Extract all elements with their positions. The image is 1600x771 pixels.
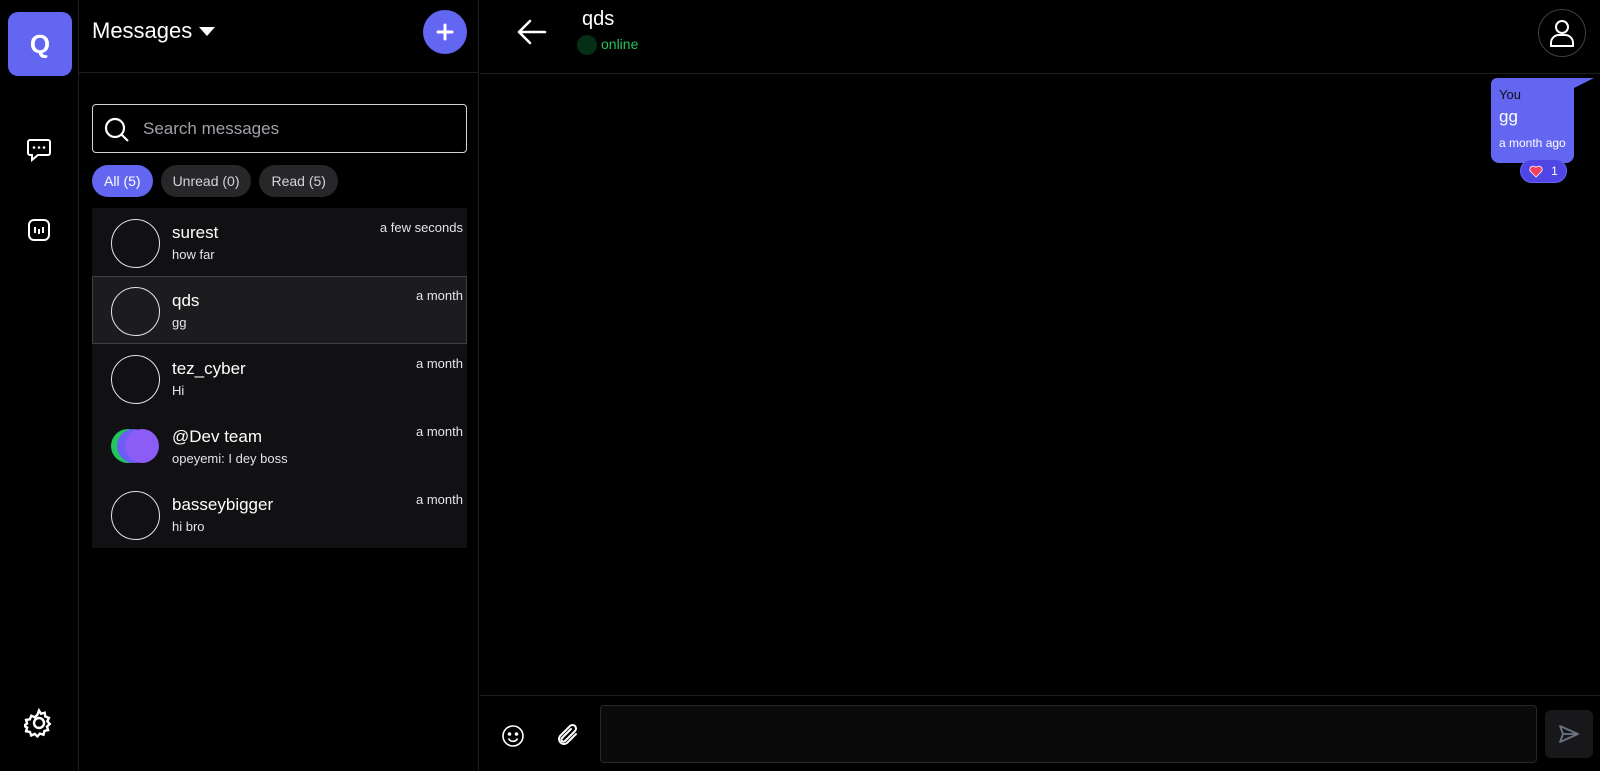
- conversation-item[interactable]: basseybigger hi bro a month: [92, 480, 467, 548]
- conversation-name: basseybigger: [172, 495, 274, 514]
- online-status-text: online: [601, 36, 639, 52]
- message-sender: You: [1499, 87, 1521, 102]
- message-composer: [480, 695, 1600, 771]
- chat-panel: qds online You gg a month ago 1: [480, 0, 1600, 771]
- new-message-button[interactable]: [423, 10, 467, 54]
- conversation-time: a month: [416, 492, 463, 507]
- message-text: gg: [1499, 107, 1518, 126]
- conversation-preview: hi bro: [172, 519, 205, 534]
- avatar: [111, 287, 160, 336]
- conversation-preview: how far: [172, 247, 215, 262]
- message-bubble[interactable]: You gg a month ago: [1491, 78, 1574, 163]
- app-root: Q Messages Search messages All (5) Unrea…: [0, 0, 1600, 771]
- conversation-item-selected[interactable]: qds gg a month: [92, 276, 467, 344]
- avatar: [111, 355, 160, 404]
- group-avatar: [111, 429, 159, 463]
- filter-read[interactable]: Read (5): [259, 165, 338, 197]
- online-status-dot: [577, 35, 597, 55]
- chat-bubble-icon[interactable]: [25, 135, 53, 163]
- conversation-name: @Dev team: [172, 427, 263, 446]
- reaction-badge[interactable]: 1: [1520, 159, 1567, 183]
- settings-gear-icon[interactable]: [24, 708, 54, 738]
- conversation-item-group[interactable]: @Dev team opeyemi: I dey boss a month: [92, 412, 467, 480]
- conversation-time: a month: [416, 288, 463, 303]
- app-logo[interactable]: Q: [8, 12, 72, 76]
- conversation-preview: opeyemi: I dey boss: [172, 451, 288, 466]
- conversation-time: a few seconds: [379, 220, 463, 235]
- paperclip-icon[interactable]: [556, 723, 582, 749]
- emoji-icon[interactable]: [501, 724, 525, 748]
- avatar: [111, 491, 160, 540]
- user-icon: [1550, 20, 1574, 47]
- chat-header: qds online: [480, 0, 1600, 74]
- search-input[interactable]: [143, 105, 453, 152]
- send-button[interactable]: [1545, 710, 1593, 758]
- conversation-preview: Hi: [172, 383, 185, 398]
- back-arrow-icon[interactable]: [516, 18, 548, 46]
- conversation-time: a month: [416, 424, 463, 439]
- profile-button[interactable]: [1538, 9, 1586, 57]
- search-icon: [104, 117, 129, 142]
- message-bubble-tail: [1574, 78, 1594, 88]
- conversation-name: tez_cyber: [172, 359, 246, 378]
- chevron-down-icon[interactable]: [196, 20, 218, 42]
- reaction-count: 1: [1551, 164, 1558, 178]
- avatar: [111, 219, 160, 268]
- sidebar-header: Messages: [79, 0, 479, 73]
- search-box: [92, 104, 467, 153]
- sidebar-title: Messages: [92, 18, 193, 43]
- conversation-preview: gg: [172, 315, 187, 330]
- filter-all[interactable]: All (5): [92, 165, 153, 197]
- conversation-time: a month: [416, 356, 463, 371]
- conversation-item[interactable]: surest how far a few seconds: [92, 208, 467, 276]
- send-icon: [1559, 725, 1579, 743]
- left-rail: Q: [0, 0, 79, 771]
- chat-contact-name: qds: [582, 8, 615, 30]
- message-input[interactable]: [600, 705, 1537, 763]
- conversation-item[interactable]: tez_cyber Hi a month: [92, 344, 467, 412]
- conversation-list: surest how far a few seconds qds gg a mo…: [92, 208, 467, 548]
- filter-unread[interactable]: Unread (0): [160, 165, 252, 197]
- conversation-sidebar: Messages All (5) Unread (0) Read (5): [79, 0, 479, 771]
- conversation-name: qds: [172, 291, 200, 310]
- filter-tabs: All (5) Unread (0) Read (5): [92, 165, 338, 197]
- conversation-name: surest: [172, 223, 219, 242]
- message-time: a month ago: [1499, 136, 1566, 150]
- heart-icon: [1529, 165, 1543, 178]
- bot-icon[interactable]: [25, 216, 53, 244]
